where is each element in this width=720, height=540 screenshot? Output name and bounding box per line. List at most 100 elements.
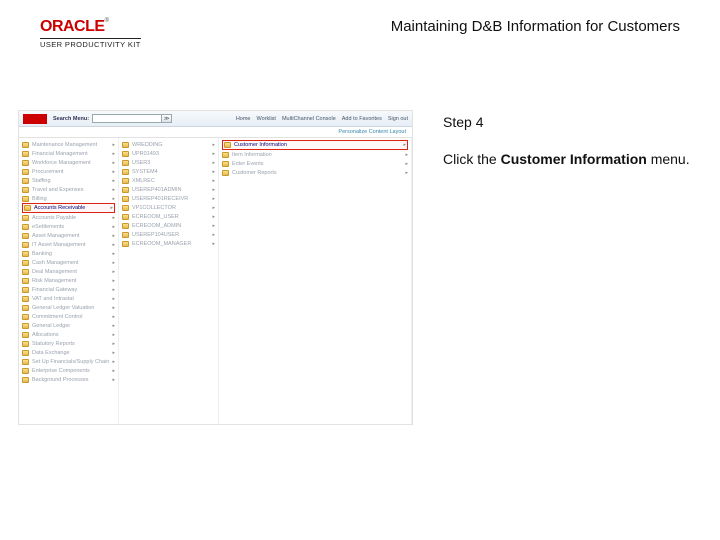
chevron-right-icon: ▸ [112, 151, 115, 157]
menu-item[interactable]: Billing▸ [22, 194, 115, 203]
chevron-right-icon: ▸ [112, 287, 115, 293]
document-title: Maintaining D&B Information for Customer… [391, 18, 680, 35]
folder-icon [122, 187, 129, 193]
chevron-right-icon: ▸ [212, 178, 215, 184]
menu-label: VP1COLLECTOR [132, 205, 176, 211]
personalize-link[interactable]: Personalize Content Layout [338, 129, 406, 135]
menu-item[interactable]: Deal Management▸ [22, 267, 115, 276]
step-label: Step 4 [443, 114, 692, 130]
folder-icon [122, 241, 129, 247]
chevron-right-icon: ▸ [212, 205, 215, 211]
folder-icon [22, 196, 29, 202]
menu-label: Financial Gateway [32, 287, 77, 293]
menu-label: Data Exchange [32, 350, 70, 356]
chevron-right-icon: ▸ [112, 269, 115, 275]
menu-item[interactable]: Enterprise Components▸ [22, 366, 115, 375]
menu-item[interactable]: Background Processes▸ [22, 375, 115, 384]
menu-customer-information[interactable]: Customer Information ▸ [222, 140, 408, 150]
menu-item[interactable]: Enter Events▸ [222, 159, 408, 168]
menu-item[interactable]: Cash Management ▸ [22, 258, 115, 267]
menu-label: WREDDING [132, 142, 163, 148]
chevron-right-icon: ▸ [112, 260, 115, 266]
chevron-right-icon: ▸ [112, 350, 115, 356]
menu-item[interactable]: Commitment Control▸ [22, 312, 115, 321]
trademark: ® [105, 18, 109, 24]
menu-item[interactable]: ECREOOM_ADMIN▸ [122, 221, 215, 230]
menu-item[interactable]: eSettlements▸ [22, 222, 115, 231]
chevron-right-icon: ▸ [405, 170, 408, 176]
oracle-small-logo [23, 114, 47, 124]
menu-label: Risk Management [32, 278, 76, 284]
nav-home[interactable]: Home [236, 116, 251, 122]
menu-label: Customer Information [234, 142, 287, 148]
menu-item[interactable]: Set Up Financials/Supply Chain▸ [22, 357, 115, 366]
menu-item[interactable]: Accounts Payable▸ [22, 213, 115, 222]
menu-item[interactable]: Risk Management▸ [22, 276, 115, 285]
nav-multichannel[interactable]: MultiChannel Console [282, 116, 336, 122]
menu-label: USEREP401RECEIVR [132, 196, 188, 202]
menu-item[interactable]: General Ledger▸ [22, 321, 115, 330]
menu-item[interactable]: Banking▸ [22, 249, 115, 258]
menu-item[interactable]: USER3▸ [122, 158, 215, 167]
menu-item[interactable]: WREDDING▸ [122, 140, 215, 149]
menu-item[interactable]: VP1COLLECTOR ▸ [122, 203, 215, 212]
nav-worklist[interactable]: Worklist [256, 116, 275, 122]
instruction-suffix: menu. [647, 151, 690, 167]
menu-item[interactable]: Financial Gateway ▸ [22, 285, 115, 294]
search-menu-input[interactable] [92, 114, 162, 123]
menu-item[interactable]: ECREOOM_MANAGER▸ [122, 239, 215, 248]
menu-item[interactable]: Data Exchange ▸ [22, 348, 115, 357]
menu-item[interactable]: XMLREC▸ [122, 176, 215, 185]
menu-label: Cash Management [32, 260, 78, 266]
menu-item[interactable]: Customer Reports▸ [222, 168, 408, 177]
search-go-button[interactable]: ≫ [162, 114, 172, 123]
chevron-right-icon: ▸ [112, 160, 115, 166]
menu-accounts-receivable[interactable]: Accounts Receivable ▸ [22, 203, 115, 213]
nav-favorites[interactable]: Add to Favorites [342, 116, 382, 122]
menu-item[interactable]: USEREP401ADMIN▸ [122, 185, 215, 194]
oracle-logo: ORACLE [40, 18, 105, 35]
folder-icon [22, 215, 29, 221]
chevron-right-icon: ▸ [112, 169, 115, 175]
chevron-right-icon: ▸ [112, 233, 115, 239]
menu-label: USER3 [132, 160, 150, 166]
menu-item[interactable]: Statutory Reports▸ [22, 339, 115, 348]
folder-icon [22, 287, 29, 293]
menu-label: ECREOOM_USER [132, 214, 179, 220]
folder-icon [22, 359, 29, 365]
folder-icon [22, 323, 29, 329]
menu-item[interactable]: Maintenance Management▸ [22, 140, 115, 149]
menu-label: SYSTEM4 [132, 169, 158, 175]
menu-item[interactable]: UPR01493▸ [122, 149, 215, 158]
menu-label: Financial Management [32, 151, 88, 157]
menu-item[interactable]: Procurement▸ [22, 167, 115, 176]
menu-item[interactable]: Item Information▸ [222, 150, 408, 159]
menu-label: IT Asset Management [32, 242, 85, 248]
menu-label: Background Processes [32, 377, 89, 383]
folder-icon [22, 269, 29, 275]
menu-item[interactable]: IT Asset Management▸ [22, 240, 115, 249]
menu-item[interactable]: USEREP104USER▸ [122, 230, 215, 239]
folder-icon [22, 278, 29, 284]
menu-item[interactable]: ECREOOM_USER▸ [122, 212, 215, 221]
instruction-text: Click the Customer Information menu. [443, 150, 692, 168]
folder-icon [224, 142, 231, 148]
instruction-prefix: Click the [443, 151, 501, 167]
menu-label: Maintenance Management [32, 142, 97, 148]
menu-item[interactable]: USEREP401RECEIVR▸ [122, 194, 215, 203]
menu-label: Workforce Management [32, 160, 91, 166]
menu-item[interactable]: Asset Management ▸ [22, 231, 115, 240]
menu-item[interactable]: SYSTEM4▸ [122, 167, 215, 176]
menu-item[interactable]: Financial Management ▸ [22, 149, 115, 158]
folder-icon [22, 160, 29, 166]
menu-item[interactable]: Travel and Expenses▸ [22, 185, 115, 194]
menu-item[interactable]: Staffing▸ [22, 176, 115, 185]
menu-item[interactable]: VAT and Intrastat▸ [22, 294, 115, 303]
menu-item[interactable]: Allocations▸ [22, 330, 115, 339]
menu-label: Asset Management [32, 233, 79, 239]
menu-item[interactable]: Workforce Management ▸ [22, 158, 115, 167]
menu-item[interactable]: General Ledger Valuation▸ [22, 303, 115, 312]
chevron-right-icon: ▸ [112, 323, 115, 329]
folder-icon [22, 151, 29, 157]
nav-signout[interactable]: Sign out [388, 116, 408, 122]
